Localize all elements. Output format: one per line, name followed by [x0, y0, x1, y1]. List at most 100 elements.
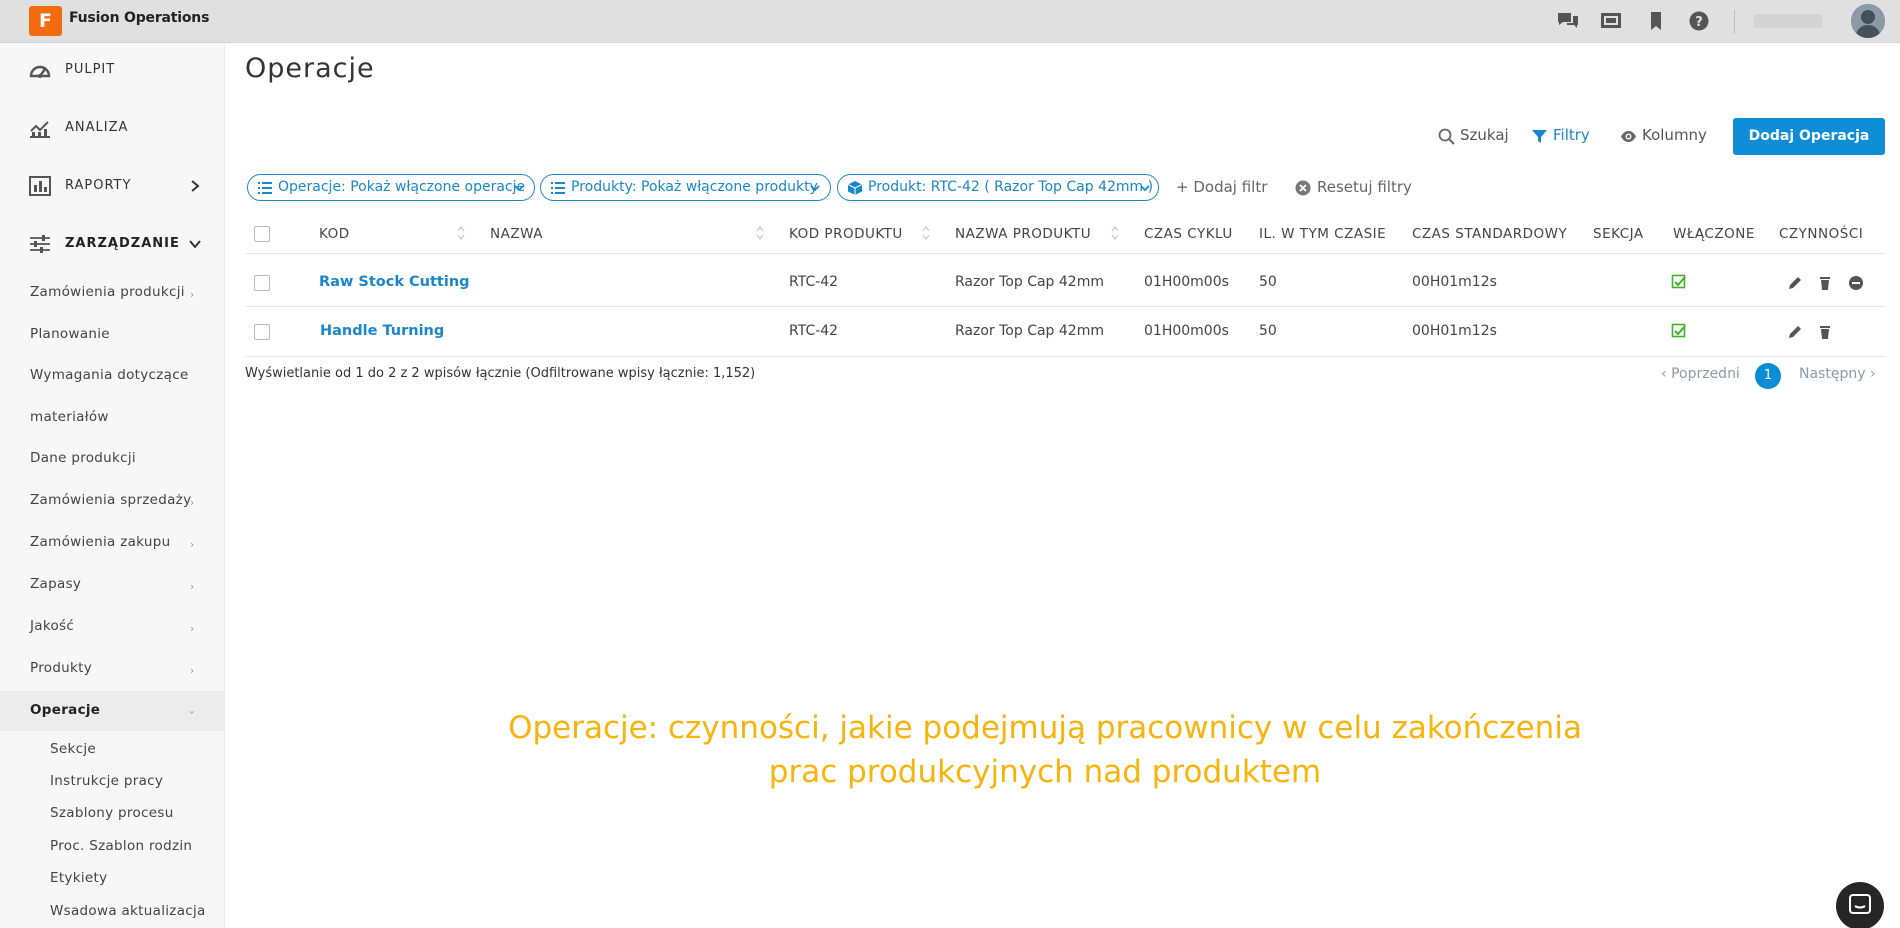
- filter-chip-label: Operacje: Pokaż włączone operacje: [278, 179, 526, 195]
- chevron-down-icon: [810, 185, 820, 192]
- operation-code-link[interactable]: Handle Turning: [320, 323, 444, 339]
- bookmark-icon[interactable]: [1645, 11, 1667, 31]
- filter-chip-label: Produkt: RTC-42 ( Razor Top Cap 42mm ): [868, 179, 1154, 195]
- edit-icon[interactable]: [1787, 275, 1803, 291]
- sidebar-item-zamowienia-produkcji[interactable]: Zamówienia produkcji ›: [0, 273, 224, 313]
- chat-bubble-icon: [1849, 894, 1871, 914]
- presentation-icon[interactable]: [1600, 11, 1622, 31]
- svg-text:?: ?: [1695, 15, 1703, 30]
- sidebar-item-raporty[interactable]: RAPORTY: [0, 159, 224, 215]
- quantity: 50: [1259, 274, 1277, 290]
- top-bar: F Fusion Operations ?: [0, 0, 1900, 43]
- delete-icon[interactable]: [1817, 275, 1833, 291]
- help-icon[interactable]: ?: [1688, 11, 1710, 31]
- disable-icon[interactable]: [1848, 275, 1864, 291]
- quantity: 50: [1259, 323, 1277, 339]
- edit-icon[interactable]: [1787, 324, 1803, 340]
- sidebar-item-label: Zamówienia produkcji: [30, 284, 185, 300]
- chevron-right-icon: [191, 180, 200, 192]
- sidebar-item-zamowienia-zakupu[interactable]: Zamówienia zakupu ›: [0, 523, 224, 563]
- row-divider: [245, 356, 1885, 357]
- chevron-right-icon: ›: [190, 664, 195, 677]
- sidebar-subitem-sekcje[interactable]: Sekcje: [0, 733, 224, 765]
- search-icon: [1438, 128, 1455, 145]
- table-summary: Wyświetlanie od 1 do 2 z 2 wpisów łączni…: [245, 366, 756, 381]
- caption-overlay: Operacje: czynności, jakie podejmują pra…: [420, 706, 1670, 794]
- chat-icon[interactable]: [1557, 11, 1579, 31]
- column-header-kod-produktu[interactable]: KOD PRODUKTU: [789, 226, 903, 242]
- product-name: Razor Top Cap 42mm: [955, 274, 1104, 290]
- sidebar-item-operacje[interactable]: Operacje ›: [0, 691, 224, 731]
- column-header-kod[interactable]: KOD: [319, 226, 350, 242]
- sidebar-item-label: Planowanie: [30, 326, 110, 342]
- row-divider: [245, 306, 1885, 307]
- enabled-check-icon: [1671, 274, 1686, 289]
- previous-label: Poprzedni: [1671, 366, 1740, 382]
- sidebar-item-label: Wymagania dotyczące: [30, 367, 189, 383]
- sidebar-subitem-etykiety[interactable]: Etykiety: [0, 862, 224, 894]
- select-all-checkbox[interactable]: [254, 226, 270, 242]
- sidebar-item-wymagania-cont[interactable]: materiałów: [0, 398, 224, 438]
- chevron-right-icon: ›: [190, 496, 195, 509]
- pagination-next[interactable]: Następny ›: [1799, 366, 1876, 382]
- sidebar-subitem-label: Instrukcje pracy: [50, 773, 164, 789]
- pagination-current-page[interactable]: 1: [1755, 363, 1781, 389]
- sidebar-item-jakosc[interactable]: Jakość ›: [0, 607, 224, 647]
- filters-label: Filtry: [1553, 126, 1590, 144]
- add-filter-link[interactable]: + Dodaj filtr: [1176, 178, 1267, 196]
- sidebar-item-produkty[interactable]: Produkty ›: [0, 649, 224, 689]
- eye-icon: [1621, 131, 1636, 142]
- user-avatar-icon: [1851, 4, 1885, 38]
- sidebar-item-wymagania[interactable]: Wymagania dotyczące: [0, 356, 224, 396]
- sort-icon[interactable]: [1110, 224, 1120, 242]
- column-header-ilosc[interactable]: IL. W TYM CZASIE: [1259, 226, 1386, 242]
- sidebar-item-zamowienia-sprzedazy[interactable]: Zamówienia sprzedaży ›: [0, 481, 224, 521]
- column-header-czas-standardowy[interactable]: CZAS STANDARDOWY: [1412, 226, 1567, 242]
- column-header-czas-cyklu[interactable]: CZAS CYKLU: [1144, 226, 1233, 242]
- add-operation-button[interactable]: Dodaj Operacja: [1733, 118, 1885, 155]
- filter-chip-produkty[interactable]: Produkty: Pokaż włączone produkty: [540, 174, 831, 201]
- sidebar-subitem-szablony[interactable]: Szablony procesu: [0, 797, 224, 829]
- row-checkbox[interactable]: [254, 275, 270, 291]
- sidebar-item-dane-produkcji[interactable]: Dane produkcji: [0, 439, 224, 479]
- sidebar-item-planowanie[interactable]: Planowanie: [0, 315, 224, 355]
- search-label: Szukaj: [1460, 126, 1509, 144]
- enabled-check-icon: [1671, 323, 1686, 338]
- pagination-previous[interactable]: ‹ Poprzedni: [1661, 366, 1740, 382]
- user-name-blurred[interactable]: [1754, 14, 1822, 28]
- sidebar-item-analiza[interactable]: ANALIZA: [0, 101, 224, 157]
- sidebar-subitem-instrukcje[interactable]: Instrukcje pracy: [0, 765, 224, 797]
- chevron-down-icon: [1140, 185, 1150, 192]
- row-checkbox[interactable]: [254, 324, 270, 340]
- sort-icon[interactable]: [755, 224, 765, 242]
- sidebar-subitem-label: Sekcje: [50, 741, 96, 757]
- topbar-divider: [1734, 10, 1735, 34]
- reports-icon: [29, 176, 51, 196]
- list-icon: [551, 182, 565, 194]
- sort-icon[interactable]: [921, 224, 931, 242]
- app-logo[interactable]: F: [29, 6, 62, 36]
- sidebar-item-label: materiałów: [30, 409, 109, 425]
- operation-code-link[interactable]: Raw Stock Cutting: [319, 274, 470, 290]
- column-header-wlaczone[interactable]: WŁĄCZONE: [1673, 226, 1755, 242]
- column-header-nazwa[interactable]: NAZWA: [490, 226, 543, 242]
- app-title[interactable]: Fusion Operations: [69, 10, 209, 26]
- chevron-right-icon: ›: [190, 288, 195, 301]
- sort-icon[interactable]: [456, 224, 466, 242]
- delete-icon[interactable]: [1817, 324, 1833, 340]
- avatar[interactable]: [1851, 4, 1885, 38]
- sidebar-subitem-label: Szablony procesu: [50, 805, 174, 821]
- sidebar-item-zarzadzanie[interactable]: ZARZĄDZANIE: [0, 217, 224, 273]
- support-chat-button[interactable]: [1836, 882, 1884, 928]
- sidebar-subitem-proc-szablon[interactable]: Proc. Szablon rodzin: [0, 830, 224, 862]
- sidebar-item-label: ANALIZA: [65, 120, 129, 135]
- sidebar-subitem-label: Wsadowa aktualizacja: [50, 903, 206, 919]
- sidebar-item-pulpit[interactable]: PULPIT: [0, 43, 224, 99]
- filter-chip-produkt[interactable]: Produkt: RTC-42 ( Razor Top Cap 42mm ): [837, 174, 1159, 201]
- filter-chip-operacje[interactable]: Operacje: Pokaż włączone operacje: [247, 174, 535, 201]
- column-header-sekcja[interactable]: SEKCJA: [1593, 226, 1644, 242]
- sidebar-item-zapasy[interactable]: Zapasy ›: [0, 565, 224, 605]
- column-header-nazwa-produktu[interactable]: NAZWA PRODUKTU: [955, 226, 1091, 242]
- standard-time: 00H01m12s: [1412, 323, 1497, 339]
- sidebar-subitem-wsadowa[interactable]: Wsadowa aktualizacja: [0, 895, 224, 927]
